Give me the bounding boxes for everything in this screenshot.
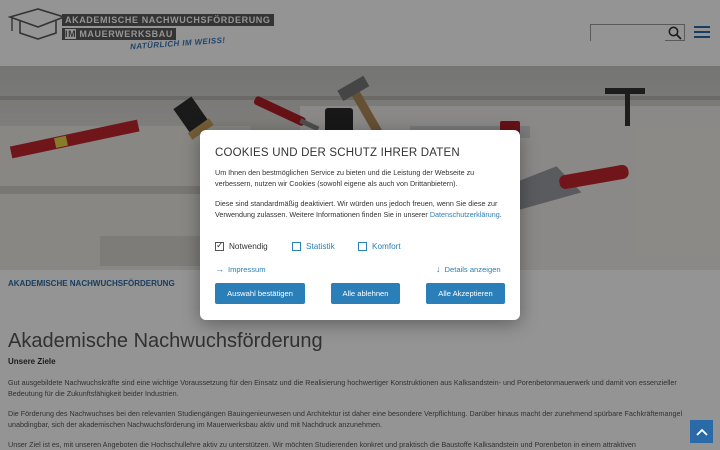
consent-label: Notwendig — [229, 242, 268, 251]
arrow-down-icon: ↓ — [436, 264, 441, 274]
confirm-selection-button[interactable]: Auswahl bestätigen — [215, 283, 305, 304]
details-label: Details anzeigen — [444, 264, 501, 274]
dialog-title: COOKIES UND DER SCHUTZ IHRER DATEN — [215, 147, 460, 159]
impressum-label: Impressum — [228, 264, 266, 274]
dialog-text: Diese sind standardmäßig deaktiviert. Wi… — [215, 199, 507, 220]
reject-all-button[interactable]: Alle ablehnen — [331, 283, 400, 304]
checkbox-icon[interactable] — [358, 242, 367, 251]
details-toggle[interactable]: ↓ Details anzeigen — [436, 264, 501, 274]
period: . — [499, 209, 502, 219]
chevron-up-icon — [695, 428, 708, 436]
impressum-link[interactable]: → Impressum — [215, 264, 266, 274]
consent-label: Statistik — [306, 242, 335, 251]
consent-option-necessary[interactable]: ✓ Notwendig — [215, 240, 268, 251]
privacy-policy-link[interactable]: Datenschutzerklärung — [430, 210, 500, 219]
accept-all-button[interactable]: Alle Akzeptieren — [426, 283, 505, 304]
checkbox-icon[interactable] — [292, 242, 301, 251]
consent-option-comfort[interactable]: Komfort — [358, 242, 401, 251]
arrow-right-icon: → — [215, 264, 224, 274]
consent-option-statistics[interactable]: Statistik — [292, 242, 335, 251]
scroll-to-top-button[interactable] — [690, 420, 713, 443]
cookie-consent-dialog: COOKIES UND DER SCHUTZ IHRER DATEN Um Ih… — [200, 130, 520, 320]
dialog-text: Um Ihnen den bestmöglichen Service zu bi… — [215, 168, 475, 188]
consent-label: Komfort — [372, 242, 401, 251]
checkbox-checked-icon[interactable]: ✓ — [215, 240, 224, 251]
